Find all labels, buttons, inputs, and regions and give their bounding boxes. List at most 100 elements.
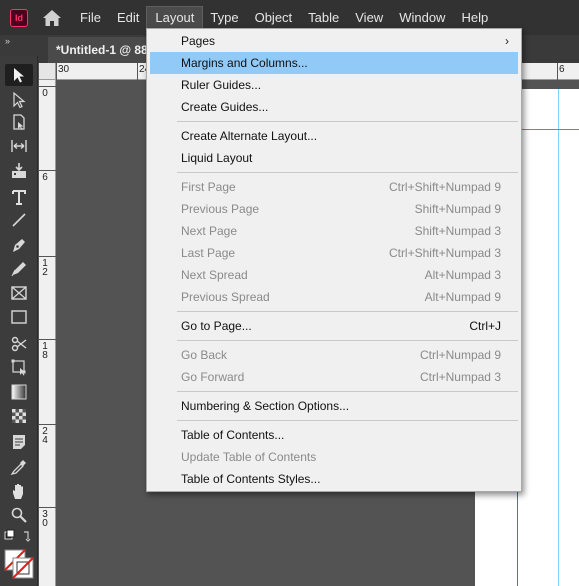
menu-item-shortcut: Alt+Numpad 3	[424, 268, 501, 282]
column-guide	[558, 89, 559, 586]
menu-item-create-guides[interactable]: Create Guides...	[147, 96, 521, 118]
ruler-label: 1 8	[42, 341, 48, 361]
menu-item-create-alternate-layout[interactable]: Create Alternate Layout...	[147, 125, 521, 147]
margin-guide-top	[517, 129, 579, 130]
home-icon[interactable]	[42, 8, 62, 28]
ruler-label: 1 2	[42, 258, 48, 278]
menu-item-shortcut: Ctrl+J	[469, 319, 501, 333]
menu-window[interactable]: Window	[391, 7, 453, 29]
menu-table[interactable]: Table	[300, 7, 347, 29]
zoom-tool-icon[interactable]	[5, 504, 33, 526]
type-tool-icon[interactable]	[5, 186, 33, 208]
page-tool-icon[interactable]	[5, 111, 33, 133]
menu-item-label: First Page	[181, 180, 236, 194]
menu-item-previous-page: Previous Page Shift+Numpad 9	[147, 198, 521, 220]
menu-separator	[147, 337, 521, 344]
menu-item-label: Numbering & Section Options...	[181, 399, 350, 413]
pen-tool-icon[interactable]	[5, 234, 33, 256]
menu-item-label: Previous Page	[181, 202, 260, 216]
menu-item-first-page: First Page Ctrl+Shift+Numpad 9	[147, 176, 521, 198]
vertical-ruler[interactable]: 0 6 1 2 1 8 2 4 3 0	[39, 80, 56, 586]
tools-panel	[0, 56, 38, 586]
menu-item-label: Update Table of Contents	[181, 450, 317, 464]
menu-item-go-forward: Go Forward Ctrl+Numpad 3	[147, 366, 521, 388]
menu-item-shortcut: Alt+Numpad 9	[424, 290, 501, 304]
menu-separator	[147, 308, 521, 315]
rectangle-frame-tool-icon[interactable]	[5, 282, 33, 304]
menu-item-label: Ruler Guides...	[181, 78, 262, 92]
menu-item-update-table-of-contents: Update Table of Contents	[147, 446, 521, 468]
menu-item-numbering-section-options[interactable]: Numbering & Section Options...	[147, 395, 521, 417]
eyedropper-tool-icon[interactable]	[5, 456, 33, 478]
fill-stroke-swatch-icon[interactable]	[4, 549, 34, 579]
scissors-tool-icon[interactable]	[5, 333, 33, 355]
menu-file[interactable]: File	[72, 7, 109, 29]
menu-edit[interactable]: Edit	[109, 7, 147, 29]
menu-item-label: Create Alternate Layout...	[181, 129, 318, 143]
menu-item-label: Table of Contents...	[181, 428, 285, 442]
menu-item-label: Pages	[181, 34, 216, 48]
menu-item-table-of-contents-styles[interactable]: Table of Contents Styles...	[147, 468, 521, 490]
menu-item-label: Go to Page...	[181, 319, 252, 333]
hand-tool-icon[interactable]	[5, 480, 33, 502]
menu-item-shortcut: Ctrl+Numpad 3	[419, 370, 501, 384]
document-tab[interactable]: *Untitled-1 @ 88%	[48, 37, 158, 63]
menu-item-shortcut: Ctrl+Numpad 9	[419, 348, 501, 362]
menu-separator	[147, 118, 521, 125]
ruler-label: 3 0	[42, 509, 48, 529]
direct-selection-tool-icon[interactable]	[5, 89, 33, 111]
ruler-label: 2 4	[42, 426, 48, 446]
menu-item-label: Liquid Layout	[181, 151, 253, 165]
indesign-logo-icon: Id	[10, 8, 28, 27]
gap-tool-icon[interactable]	[5, 135, 33, 157]
free-transform-tool-icon[interactable]	[5, 356, 33, 378]
collapse-panel-icon[interactable]: »	[5, 36, 10, 46]
ruler-label: 0	[42, 88, 48, 99]
ruler-label: 6	[42, 172, 48, 183]
content-collector-icon[interactable]	[5, 160, 33, 182]
line-tool-icon[interactable]	[5, 209, 33, 231]
menu-item-table-of-contents[interactable]: Table of Contents...	[147, 424, 521, 446]
menu-layout[interactable]: Layout	[146, 5, 204, 30]
menu-item-next-page: Next Page Shift+Numpad 3	[147, 220, 521, 242]
menu-item-label: Create Guides...	[181, 100, 269, 114]
menu-item-ruler-guides[interactable]: Ruler Guides...	[147, 74, 521, 96]
menu-item-label: Next Spread	[181, 268, 248, 282]
menu-separator	[147, 417, 521, 424]
menu-item-label: Next Page	[181, 224, 238, 238]
layout-menu-dropdown: Pages › Margins and Columns... Ruler Guides…	[146, 28, 522, 492]
menu-item-label: Margins and Columns...	[181, 56, 308, 70]
gradient-feather-tool-icon[interactable]	[5, 405, 33, 427]
menu-object[interactable]: Object	[247, 7, 301, 29]
note-tool-icon[interactable]	[5, 431, 33, 453]
menu-item-liquid-layout[interactable]: Liquid Layout	[147, 147, 521, 169]
submenu-arrow-icon: ›	[505, 34, 509, 48]
menu-separator	[147, 169, 521, 176]
rectangle-tool-icon[interactable]	[5, 306, 33, 328]
menu-item-shortcut: Ctrl+Shift+Numpad 3	[388, 246, 501, 260]
ruler-origin[interactable]	[39, 63, 56, 80]
menu-item-label: Go Back	[181, 348, 228, 362]
menu-item-label: Table of Contents Styles...	[181, 472, 321, 486]
ruler-label: 6	[559, 64, 565, 75]
menu-separator	[147, 388, 521, 395]
menu-item-label: Go Forward	[181, 370, 245, 384]
menu-type[interactable]: Type	[202, 7, 246, 29]
menu-help[interactable]: Help	[453, 7, 496, 29]
menu-item-last-page: Last Page Ctrl+Shift+Numpad 3	[147, 242, 521, 264]
default-colors-icon[interactable]	[4, 529, 34, 545]
menu-items: File Edit Layout Type Object Table View Window H…	[72, 5, 496, 30]
menu-item-go-to-page[interactable]: Go to Page... Ctrl+J	[147, 315, 521, 337]
gradient-swatch-tool-icon[interactable]	[5, 381, 33, 403]
ruler-label: 30	[58, 64, 70, 75]
menu-view[interactable]: View	[347, 7, 391, 29]
menu-item-shortcut: Shift+Numpad 9	[414, 202, 501, 216]
menu-item-go-back: Go Back Ctrl+Numpad 9	[147, 344, 521, 366]
menu-item-label: Last Page	[181, 246, 236, 260]
pencil-tool-icon[interactable]	[5, 258, 33, 280]
menu-item-shortcut: Ctrl+Shift+Numpad 9	[388, 180, 501, 194]
menu-item-margins-and-columns[interactable]: Margins and Columns...	[150, 52, 518, 74]
menu-item-pages[interactable]: Pages ›	[147, 30, 521, 52]
menu-item-label: Previous Spread	[181, 290, 270, 304]
selection-tool-icon[interactable]	[5, 64, 33, 86]
